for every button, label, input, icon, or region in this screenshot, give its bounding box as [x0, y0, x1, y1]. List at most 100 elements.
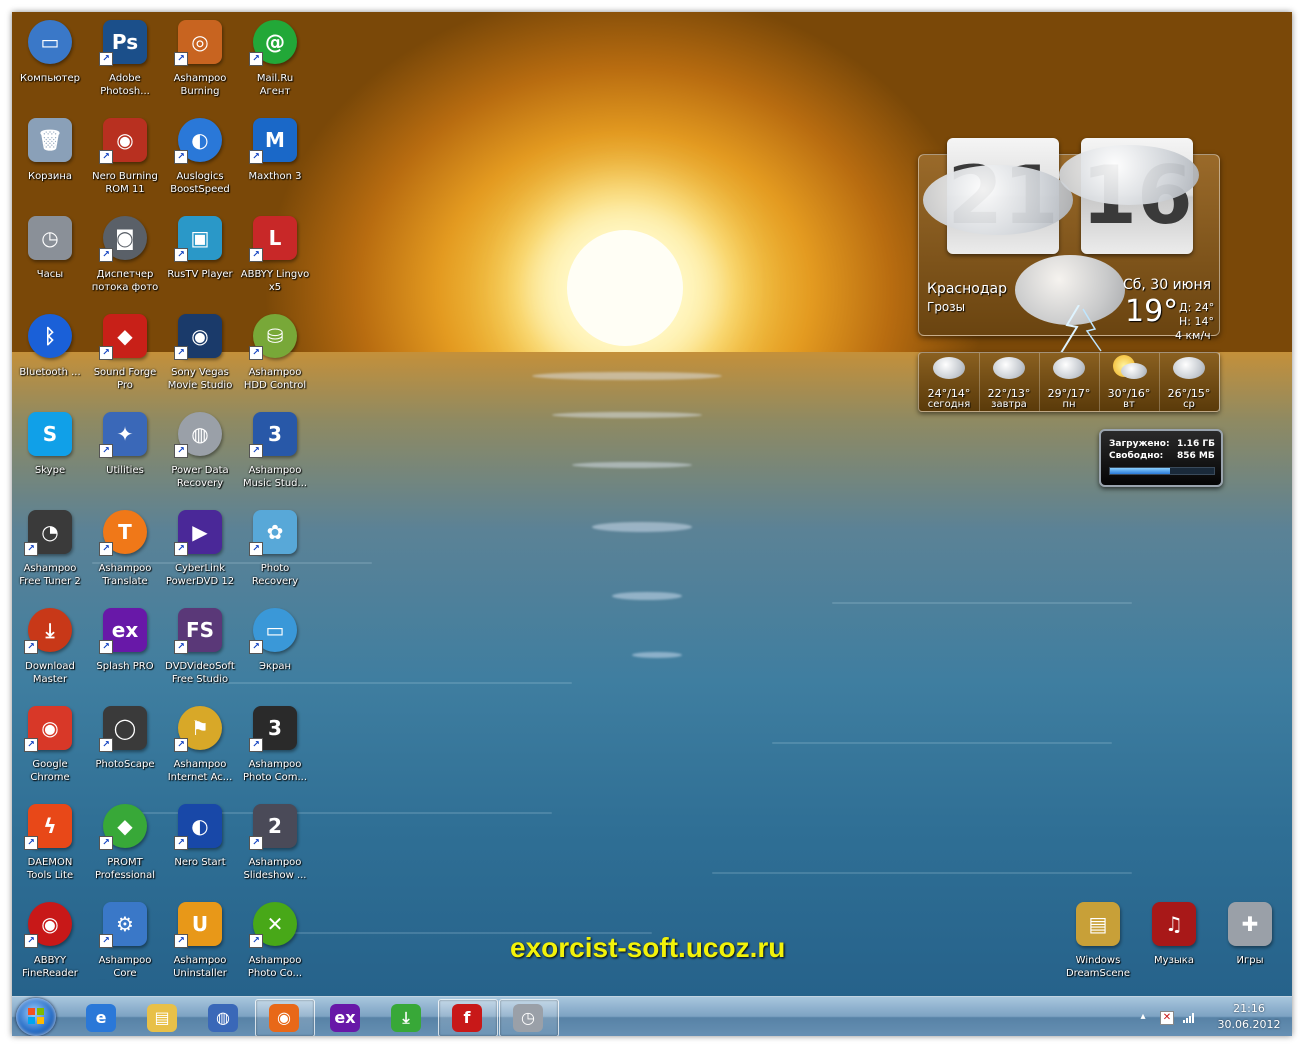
desktop-icon-0[interactable]: ▭ Компьютер	[12, 14, 88, 104]
rain-cloud-icon	[933, 357, 965, 379]
desktop-icon-19[interactable]: 3 ↗ Ashampoo Music Stud...	[237, 406, 313, 496]
desktop-icon-label: Windows DreamScene	[1065, 955, 1131, 979]
desktop-icon-label: Ashampoo Translate	[98, 563, 152, 587]
show-hidden-icons-icon[interactable]: ▴	[1136, 1011, 1150, 1023]
memory-loaded-label: Загружено:	[1109, 439, 1170, 449]
desktop-icon-32[interactable]: ϟ ↗ DAEMON Tools Lite	[12, 798, 88, 888]
shortcut-arrow-icon: ↗	[249, 738, 263, 752]
desktop-icon-35[interactable]: 2 ↗ Ashampoo Slideshow ...	[237, 798, 313, 888]
rain-cloud-icon	[993, 357, 1025, 379]
desktop-icon-23[interactable]: ✿ ↗ Photo Recovery	[237, 504, 313, 594]
desktop-icon-26[interactable]: FS ↗ DVDVideoSoft Free Studio	[162, 602, 238, 692]
desktop-icon-39[interactable]: ✕ ↗ Ashampoo Photo Co...	[237, 896, 313, 986]
desktop-icon-33[interactable]: ◆ ↗ PROMT Professional	[87, 798, 163, 888]
desktop-icon-label: Диспетчер потока фото	[91, 269, 159, 293]
taskbar-internet-explorer-button[interactable]: e	[72, 999, 132, 1036]
desktop-icon-34[interactable]: ◐ ↗ Nero Start	[162, 798, 238, 888]
shortcut-arrow-icon: ↗	[174, 640, 188, 654]
memory-meter-gadget[interactable]: Загружено: 1.16 ГБ Свободно: 856 МБ	[1099, 429, 1223, 487]
desktop-icon-28[interactable]: ◉ ↗ Google Chrome	[12, 700, 88, 790]
weather-forecast-panel[interactable]: 24°/14° сегодня 22°/13° завтра 29°/17° пн 30°/…	[918, 352, 1220, 412]
desktop-icon-25[interactable]: ex ↗ Splash PRO	[87, 602, 163, 692]
desktop-icon-3[interactable]: @ ↗ Mail.Ru Агент	[237, 14, 313, 104]
desktop-icon-1[interactable]: Ps ↗ Adobe Photosh...	[87, 14, 163, 104]
windows-logo-icon	[28, 1008, 44, 1024]
desktop-icon-36[interactable]: ◉ ↗ ABBYY FineReader	[12, 896, 88, 986]
desktop-icon-14[interactable]: ◉ ↗ Sony Vegas Movie Studio	[162, 308, 238, 398]
desktop-icon-9[interactable]: ◙ ↗ Диспетчер потока фото	[87, 210, 163, 300]
forecast-day: 24°/14° сегодня	[919, 353, 980, 411]
forecast-day: 22°/13° завтра	[979, 353, 1040, 411]
shortcut-arrow-icon: ↗	[174, 346, 188, 360]
desktop-icon-30[interactable]: ⚑ ↗ Ashampoo Internet Ac...	[162, 700, 238, 790]
start-button[interactable]	[16, 998, 56, 1036]
app-icon: ◷	[28, 216, 72, 260]
desktop-icon-5[interactable]: ◉ ↗ Nero Burning ROM 11	[87, 112, 163, 202]
folder-icon: ▤	[1076, 902, 1120, 946]
shortcut-arrow-icon: ↗	[174, 248, 188, 262]
desktop-icon-22[interactable]: ▶ ↗ CyberLink PowerDVD 12	[162, 504, 238, 594]
desktop-right-icon-1[interactable]: ♫ Музыка	[1136, 896, 1212, 986]
taskbar-clock-time[interactable]: 21:16	[1214, 1002, 1284, 1015]
desktop-icon-12[interactable]: ᛒ Bluetooth ...	[12, 308, 88, 398]
desktop-icon-8[interactable]: ◷ Часы	[12, 210, 88, 300]
forecast-day: 29°/17° пн	[1039, 353, 1100, 411]
desktop-icon-10[interactable]: ▣ ↗ RusTV Player	[162, 210, 238, 300]
desktop-right-icon-2[interactable]: ✚ Игры	[1212, 896, 1288, 986]
download-master-icon: ⤓	[391, 1004, 421, 1032]
desktop-icon-37[interactable]: ⚙↗Ashampoo Core Tuning Pro	[87, 896, 163, 986]
desktop-right-icon-0[interactable]: ▤ Windows DreamScene	[1060, 896, 1136, 986]
shortcut-arrow-icon: ↗	[249, 542, 263, 556]
desktop-icon-label: Splash PRO	[96, 661, 154, 672]
desktop-icon-27[interactable]: ▭ ↗ Экран	[237, 602, 313, 692]
memory-free-label: Свободно:	[1109, 451, 1164, 461]
taskbar-splash-pro-button[interactable]: ex	[316, 999, 376, 1036]
desktop-icon-38[interactable]: U ↗ Ashampoo Uninstaller	[162, 896, 238, 986]
shortcut-arrow-icon: ↗	[99, 934, 113, 948]
system-tray: ▴ ✕ 21:16 30.06.2012	[1130, 997, 1292, 1036]
taskbar-flash-button[interactable]: f	[438, 999, 498, 1036]
desktop-icon-label: DVDVideoSoft Free Studio	[165, 661, 235, 685]
desktop-icon-label: Adobe Photosh...	[100, 73, 150, 97]
shortcut-arrow-icon: ↗	[99, 444, 113, 458]
shortcut-arrow-icon: ↗	[174, 542, 188, 556]
app-icon: ▭	[28, 20, 72, 64]
desktop-icon-24[interactable]: ⤓ ↗ Download Master	[12, 602, 88, 692]
shortcut-arrow-icon: ↗	[24, 934, 38, 948]
network-icon[interactable]	[1182, 1011, 1196, 1023]
desktop-icon-label: Mail.Ru Агент	[256, 73, 294, 97]
taskbar-clock-button[interactable]: ◷	[499, 999, 559, 1036]
taskbar-media-player-button[interactable]: ◍	[194, 999, 254, 1036]
shortcut-arrow-icon: ↗	[99, 150, 113, 164]
desktop-icon-6[interactable]: ◐ ↗ Auslogics BoostSpeed	[162, 112, 238, 202]
taskbar-firefox-button[interactable]: ◉	[255, 999, 315, 1036]
desktop-icon-4[interactable]: 🗑 Корзина	[12, 112, 88, 202]
desktop-icon-label: Игры	[1236, 955, 1264, 966]
desktop-icon-2[interactable]: ◎↗Ashampoo Burning Studio 1...	[162, 14, 238, 104]
shortcut-arrow-icon: ↗	[174, 52, 188, 66]
action-center-flag-icon[interactable]: ✕	[1160, 1011, 1174, 1025]
shortcut-arrow-icon: ↗	[174, 738, 188, 752]
desktop-icon-31[interactable]: 3 ↗ Ashampoo Photo Com...	[237, 700, 313, 790]
shortcut-arrow-icon: ↗	[99, 346, 113, 360]
taskbar-download-master-button[interactable]: ⤓	[377, 999, 437, 1036]
desktop-icon-20[interactable]: ◔ ↗ Ashampoo Free Tuner 2	[12, 504, 88, 594]
desktop-icon-29[interactable]: ◯ ↗ PhotoScape	[87, 700, 163, 790]
desktop-icon-15[interactable]: ⛁ ↗ Ashampoo HDD Control	[237, 308, 313, 398]
cloud-icon	[1059, 145, 1199, 205]
splash-pro-icon: ex	[330, 1004, 360, 1032]
desktop-icon-21[interactable]: T ↗ Ashampoo Translate	[87, 504, 163, 594]
taskbar-clock-date[interactable]: 30.06.2012	[1214, 1018, 1284, 1031]
desktop-icon-label: Power Data Recovery	[171, 465, 229, 489]
desktop-icon-13[interactable]: ◆ ↗ Sound Forge Pro	[87, 308, 163, 398]
desktop-icon-16[interactable]: S Skype	[12, 406, 88, 496]
desktop-icon-17[interactable]: ✦ ↗ Utilities	[87, 406, 163, 496]
desktop-icon-label: DAEMON Tools Lite	[26, 857, 74, 881]
weather-clock-gadget[interactable]: 21 16 Краснодар Грозы Сб, 30 июня 19° Д:…	[918, 138, 1220, 354]
desktop-icon-18[interactable]: ◍ ↗ Power Data Recovery	[162, 406, 238, 496]
desktop-icon-11[interactable]: L ↗ ABBYY Lingvo x5	[237, 210, 313, 300]
weather-temperature: 19°	[1125, 294, 1179, 329]
taskbar-explorer-button[interactable]: ▤	[133, 999, 193, 1036]
desktop-icon-7[interactable]: M ↗ Maxthon 3	[237, 112, 313, 202]
weather-wind: 4 км/ч	[1175, 329, 1211, 342]
